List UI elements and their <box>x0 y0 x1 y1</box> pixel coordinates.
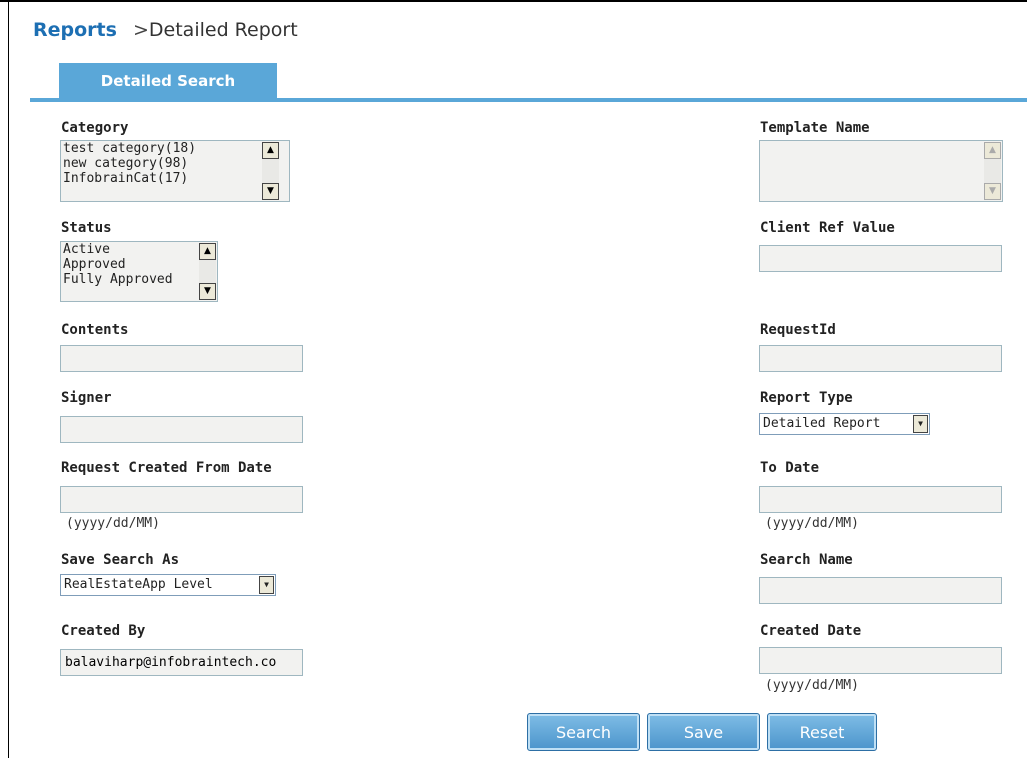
chevron-down-icon[interactable]: ▼ <box>259 576 274 594</box>
from-date-input[interactable] <box>60 486 303 513</box>
client-ref-label: Client Ref Value <box>760 220 895 236</box>
tab-detailed-search[interactable]: Detailed Search <box>59 63 277 99</box>
save-button[interactable]: Save <box>647 713 760 751</box>
created-by-label: Created By <box>61 623 146 639</box>
to-date-format-hint: (yyyy/dd/MM) <box>765 516 859 531</box>
scroll-down-icon[interactable]: ▼ <box>262 183 279 200</box>
template-name-listbox[interactable]: ▲ ▼ <box>759 140 1003 202</box>
save-search-as-select[interactable]: RealEstateApp Level ▼ <box>60 574 276 596</box>
breadcrumb-current: Detailed Report <box>148 19 298 41</box>
created-date-format-hint: (yyyy/dd/MM) <box>765 678 859 693</box>
save-search-as-value: RealEstateApp Level <box>64 577 213 592</box>
tab-underline <box>30 98 1027 102</box>
scroll-up-icon[interactable]: ▲ <box>199 243 216 260</box>
status-listbox[interactable]: Active Approved Fully Approved ▲ ▼ <box>60 241 218 302</box>
report-type-label: Report Type <box>760 390 853 406</box>
signer-label: Signer <box>61 390 112 406</box>
window-left-border <box>8 0 9 758</box>
status-scrollbar[interactable]: ▲ ▼ <box>199 243 216 300</box>
created-date-label: Created Date <box>760 623 862 639</box>
scroll-down-icon[interactable]: ▼ <box>199 283 216 300</box>
report-type-value: Detailed Report <box>763 416 881 431</box>
to-date-label: To Date <box>760 460 820 476</box>
category-scrollbar[interactable]: ▲ ▼ <box>262 142 279 200</box>
status-option[interactable]: Active <box>61 242 217 257</box>
status-label: Status <box>61 220 112 236</box>
search-button[interactable]: Search <box>527 713 640 751</box>
to-date-input[interactable] <box>759 486 1002 513</box>
reset-button[interactable]: Reset <box>767 713 877 751</box>
status-option[interactable]: Approved <box>61 257 217 272</box>
template-name-scrollbar[interactable]: ▲ ▼ <box>984 142 1001 200</box>
scroll-up-icon[interactable]: ▲ <box>262 142 279 159</box>
search-name-label: Search Name <box>760 552 853 568</box>
save-search-as-label: Save Search As <box>61 552 180 568</box>
request-id-label: RequestId <box>760 322 836 338</box>
created-date-input[interactable] <box>759 647 1002 674</box>
category-label: Category <box>61 120 129 136</box>
contents-label: Contents <box>61 322 129 338</box>
breadcrumb: Reports >Detailed Report <box>33 19 298 41</box>
chevron-down-icon[interactable]: ▼ <box>913 415 928 433</box>
category-option[interactable]: InfobrainCat(17) <box>61 171 289 186</box>
request-id-input[interactable] <box>759 345 1002 372</box>
report-type-select[interactable]: Detailed Report ▼ <box>759 413 930 435</box>
category-option[interactable]: new category(98) <box>61 156 289 171</box>
search-name-input[interactable] <box>759 577 1002 604</box>
contents-input[interactable] <box>60 345 303 372</box>
category-option[interactable]: test category(18) <box>61 141 289 156</box>
from-date-label: Request Created From Date <box>61 460 272 476</box>
status-option[interactable]: Fully Approved <box>61 272 217 287</box>
signer-input[interactable] <box>60 416 303 443</box>
breadcrumb-reports-link[interactable]: Reports <box>33 19 117 41</box>
client-ref-input[interactable] <box>759 245 1002 272</box>
window-top-border <box>0 0 1027 2</box>
template-name-label: Template Name <box>760 120 870 136</box>
scroll-up-icon[interactable]: ▲ <box>984 142 1001 159</box>
category-listbox[interactable]: test category(18) new category(98) Infob… <box>60 140 290 202</box>
scroll-down-icon[interactable]: ▼ <box>984 183 1001 200</box>
from-date-format-hint: (yyyy/dd/MM) <box>66 516 160 531</box>
breadcrumb-separator: > <box>132 19 149 41</box>
created-by-input[interactable] <box>60 649 303 676</box>
